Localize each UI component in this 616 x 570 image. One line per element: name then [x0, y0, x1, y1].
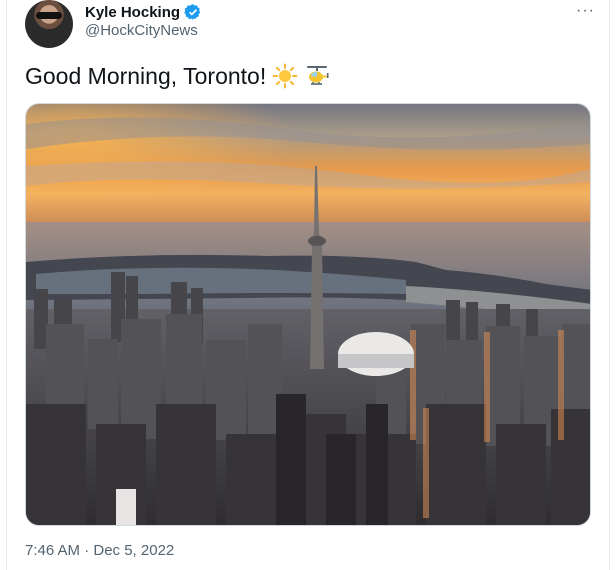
toronto-skyline-image — [26, 104, 590, 525]
avatar[interactable] — [25, 0, 73, 48]
tweet-text: Good Morning, Toronto! — [25, 63, 267, 89]
tweet-photo[interactable] — [25, 103, 591, 526]
tweet-card: Kyle Hocking @HockCityNews ··· Good Morn… — [6, 0, 610, 570]
author-row: Kyle Hocking — [85, 0, 202, 24]
sunglasses-icon — [36, 12, 62, 19]
verified-badge-icon — [184, 4, 201, 20]
author-handle[interactable]: @HockCityNews — [85, 22, 198, 39]
tweet-timestamp[interactable]: 7:46 AM · Dec 5, 2022 — [25, 542, 174, 559]
sun-icon — [272, 63, 298, 89]
helicopter-icon — [307, 66, 329, 85]
author-name[interactable]: Kyle Hocking — [85, 4, 180, 21]
tweet-text-row: Good Morning, Toronto! — [25, 60, 330, 92]
more-icon[interactable]: ··· — [576, 2, 595, 20]
